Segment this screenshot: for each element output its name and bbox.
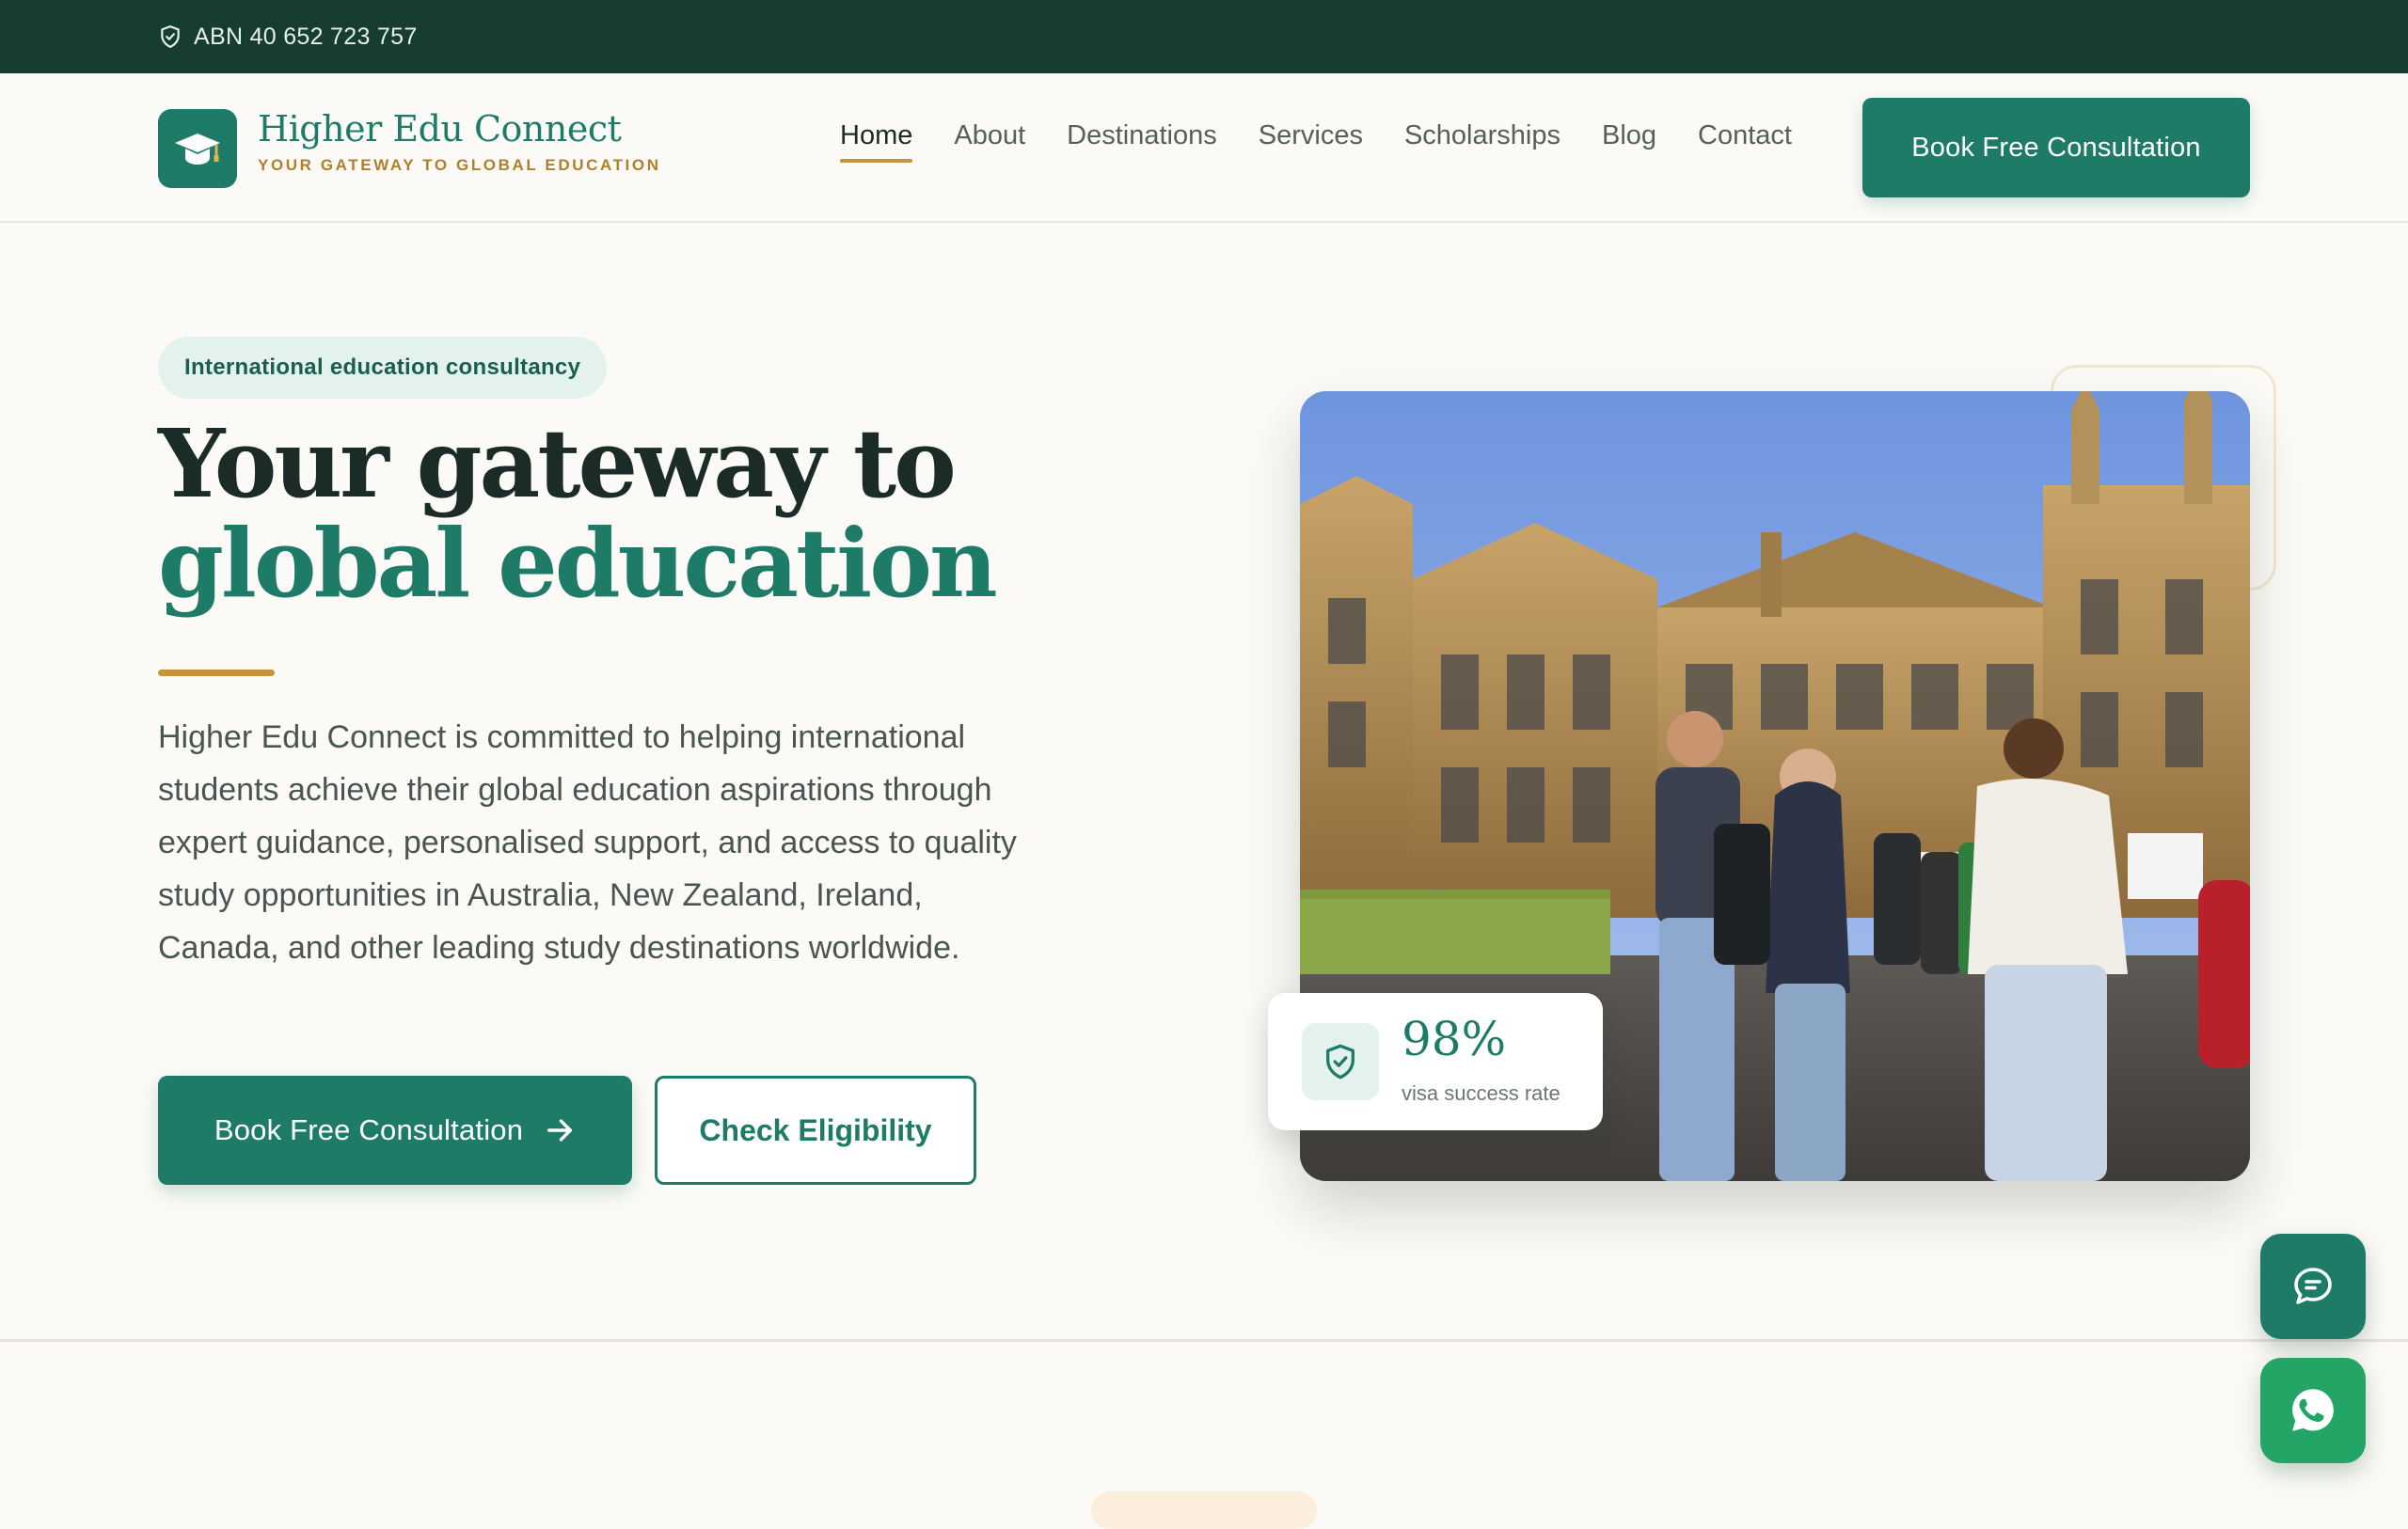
nav-menu: Home About Destinations Services Scholar… (840, 120, 1792, 163)
hero-description: Higher Edu Connect is committed to helpi… (158, 719, 1017, 966)
nav-item-blog[interactable]: Blog (1602, 120, 1656, 163)
top-bar: ABN 40 652 723 757 (0, 0, 2408, 73)
nav-book-consultation-button[interactable]: Book Free Consultation (1862, 98, 2250, 197)
shield-check-icon (161, 25, 180, 48)
next-section-pill (1091, 1491, 1317, 1529)
whatsapp-button[interactable] (2260, 1358, 2366, 1463)
hero-title-accent: global education (158, 508, 998, 619)
abn-info: ABN 40 652 723 757 (158, 0, 418, 73)
stat-value: 98% (1402, 1012, 1507, 1066)
whatsapp-icon (2292, 1389, 2334, 1431)
arrow-right-icon (547, 1119, 573, 1142)
graduation-cap-icon (175, 134, 220, 165)
abn-text: ABN 40 652 723 757 (194, 23, 418, 50)
brand-tagline: YOUR GATEWAY TO GLOBAL EDUCATION (258, 156, 661, 174)
title-underline-decoration (158, 670, 275, 676)
nav-item-home[interactable]: Home (840, 120, 913, 163)
hero-eyebrow-pill: International education consultancy (158, 337, 608, 399)
book-consultation-label: Book Free Consultation (214, 1113, 524, 1146)
book-consultation-button[interactable]: Book Free Consultation (158, 1076, 632, 1185)
brand-name[interactable]: Higher Edu Connect (258, 108, 622, 150)
nav-item-scholarships[interactable]: Scholarships (1404, 120, 1560, 163)
section-divider (0, 1339, 2408, 1342)
stat-label: visa success rate (1402, 1081, 1560, 1105)
visa-success-stat-card: 98% visa success rate (1268, 993, 1603, 1130)
logo[interactable] (158, 109, 237, 188)
chat-button[interactable] (2260, 1234, 2366, 1339)
check-eligibility-button[interactable]: Check Eligibility (655, 1076, 976, 1185)
hero-title-main: Your gateway to (158, 408, 957, 519)
nav-item-about[interactable]: About (954, 120, 1025, 163)
stat-icon-box (1302, 1023, 1379, 1100)
chat-bubble-icon (2294, 1268, 2332, 1304)
hero-title: Your gateway to global education (158, 414, 1193, 613)
nav-item-destinations[interactable]: Destinations (1067, 120, 1217, 163)
nav-item-services[interactable]: Services (1259, 120, 1363, 163)
shield-check-icon (1326, 1044, 1354, 1080)
nav-item-contact[interactable]: Contact (1698, 120, 1792, 163)
